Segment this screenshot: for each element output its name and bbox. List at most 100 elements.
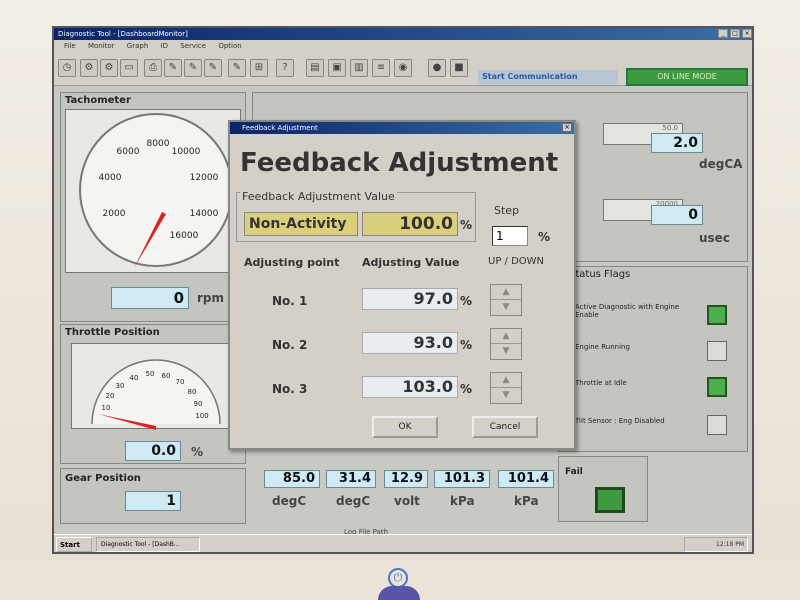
percent-sign: % (460, 382, 473, 396)
start-button[interactable]: Start (56, 537, 92, 552)
tachometer-title: Tachometer (65, 95, 131, 106)
value-a: 2.0 (651, 133, 703, 153)
down-arrow-icon[interactable]: ▼ (491, 388, 521, 403)
list-icon[interactable]: ≡ (372, 59, 390, 77)
throttle-panel: Throttle Position 10 20 30 40 50 60 70 8… (60, 324, 246, 464)
grid-icon[interactable]: ⊞ (250, 59, 268, 77)
menu-monitor[interactable]: Monitor (88, 42, 115, 50)
window-icon[interactable]: ▭ (120, 59, 138, 77)
wrench-icon[interactable]: ✎ (204, 59, 222, 77)
adjusting-value: 93.0 (362, 332, 458, 354)
throttle-tick-label: 90 (194, 400, 203, 408)
menubar: File Monitor Graph ID Service Option (54, 40, 752, 52)
status-flags-panel: Status Flags Active Diagnostic with Engi… (558, 266, 748, 452)
tachometer-panel: Tachometer 2000 4000 6000 8000 10000 120… (60, 92, 246, 322)
wrench-icon[interactable]: ✎ (184, 59, 202, 77)
throttle-tick-label: 40 (130, 374, 139, 382)
up-down-spinner[interactable]: ▲ ▼ (490, 284, 522, 316)
adjusting-value: 97.0 (362, 288, 458, 310)
tachometer-dial: 2000 4000 6000 8000 10000 12000 14000 16… (79, 113, 233, 268)
throttle-tick-label: 80 (188, 388, 197, 396)
power-button[interactable] (378, 586, 420, 600)
folder-icon[interactable]: ▤ (306, 59, 324, 77)
fail-panel: Fail (558, 456, 648, 522)
throttle-title: Throttle Position (65, 327, 160, 338)
percent-sign: % (460, 294, 473, 308)
help-icon[interactable]: ? (276, 59, 294, 77)
clock-icon[interactable]: ◷ (58, 59, 76, 77)
down-arrow-icon[interactable]: ▼ (491, 344, 521, 359)
save-icon[interactable]: ▣ (328, 59, 346, 77)
up-arrow-icon[interactable]: ▲ (491, 285, 521, 300)
menu-id[interactable]: ID (161, 42, 168, 50)
reading-unit: volt (394, 494, 420, 508)
rpm-unit: rpm (197, 291, 225, 305)
reading-value: 101.3 (434, 470, 490, 488)
menu-service[interactable]: Service (180, 42, 206, 50)
tool-icon[interactable]: ⚙ (100, 59, 118, 77)
adjusting-point-label: No. 3 (272, 382, 308, 396)
window-title: Diagnostic Tool - [DashboardMonitor] (58, 30, 188, 38)
flag-indicator (707, 341, 727, 361)
system-clock: 12:18 PM (684, 537, 748, 552)
col-up-down: UP / DOWN (488, 256, 545, 267)
up-arrow-icon[interactable]: ▲ (491, 329, 521, 344)
flag-indicator (707, 415, 727, 435)
rpm-value: 0 (111, 287, 189, 309)
taskbar-item[interactable]: Diagnostic Tool - [DashB... (96, 537, 200, 552)
dialog-heading: Feedback Adjustment (240, 148, 559, 178)
close-icon[interactable]: × (562, 123, 572, 132)
tach-tick-label: 6000 (117, 147, 140, 157)
minimize-icon[interactable]: _ (718, 29, 728, 38)
step-percent: % (538, 230, 551, 244)
feedback-value: 100.0 (362, 212, 458, 236)
menu-option[interactable]: Option (218, 42, 241, 50)
throttle-tick-label: 100 (195, 412, 208, 420)
reading-value: 12.9 (384, 470, 428, 488)
unit-a: degCA (699, 157, 743, 171)
flag-label: Tilt Sensor : Eng Disabled (575, 417, 665, 425)
throttle-dial: 10 20 30 40 50 60 70 80 90 100 (91, 359, 221, 430)
record-icon[interactable]: ◉ (394, 59, 412, 77)
throttle-tick-label: 30 (116, 382, 125, 390)
log-icon[interactable]: ▥ (350, 59, 368, 77)
tach-tick-label: 4000 (99, 173, 122, 183)
wrench-icon[interactable]: ✎ (164, 59, 182, 77)
up-down-spinner[interactable]: ▲ ▼ (490, 328, 522, 360)
cancel-button[interactable]: Cancel (472, 416, 538, 438)
adjusting-point-label: No. 1 (272, 294, 308, 308)
print-icon[interactable]: ⎙ (144, 59, 162, 77)
menu-file[interactable]: File (64, 42, 76, 50)
reading-unit: kPa (450, 494, 475, 508)
maximize-icon[interactable]: □ (730, 29, 740, 38)
log-start-icon[interactable]: ● (428, 59, 446, 77)
ok-button[interactable]: OK (372, 416, 438, 438)
throttle-tick-label: 60 (162, 372, 171, 380)
adjusting-point-label: No. 2 (272, 338, 308, 352)
step-input[interactable]: 1 (492, 226, 528, 246)
throttle-value: 0.0 (125, 441, 181, 461)
up-down-spinner[interactable]: ▲ ▼ (490, 372, 522, 404)
throttle-tick-label: 70 (176, 378, 185, 386)
tool-icon[interactable]: ⚙ (80, 59, 98, 77)
flag-label: Throttle at Idle (575, 379, 627, 387)
tach-tick-label: 10000 (172, 147, 201, 157)
up-arrow-icon[interactable]: ▲ (491, 373, 521, 388)
feedback-adjustment-dialog: Feedback Adjustment × Feedback Adjustmen… (228, 120, 576, 450)
mode-value: Non-Activity (244, 212, 358, 236)
tachometer-gauge: 2000 4000 6000 8000 10000 12000 14000 16… (65, 109, 241, 273)
reading-value: 101.4 (498, 470, 554, 488)
close-icon[interactable]: × (742, 29, 752, 38)
dialog-title: Feedback Adjustment (242, 124, 318, 132)
wrench-icon[interactable]: ✎ (228, 59, 246, 77)
start-communication-button[interactable]: Start Communication (478, 70, 618, 84)
menu-graph[interactable]: Graph (127, 42, 148, 50)
fail-indicator (595, 487, 625, 513)
log-stop-icon[interactable]: ■ (450, 59, 468, 77)
reading-value: 85.0 (264, 470, 320, 488)
gear-title: Gear Position (65, 473, 141, 484)
flag-label: Active Diagnostic with Engine Enable (575, 303, 680, 319)
online-mode-indicator: ON LINE MODE (626, 68, 748, 86)
down-arrow-icon[interactable]: ▼ (491, 300, 521, 315)
throttle-gauge: 10 20 30 40 50 60 70 80 90 100 (71, 343, 237, 430)
